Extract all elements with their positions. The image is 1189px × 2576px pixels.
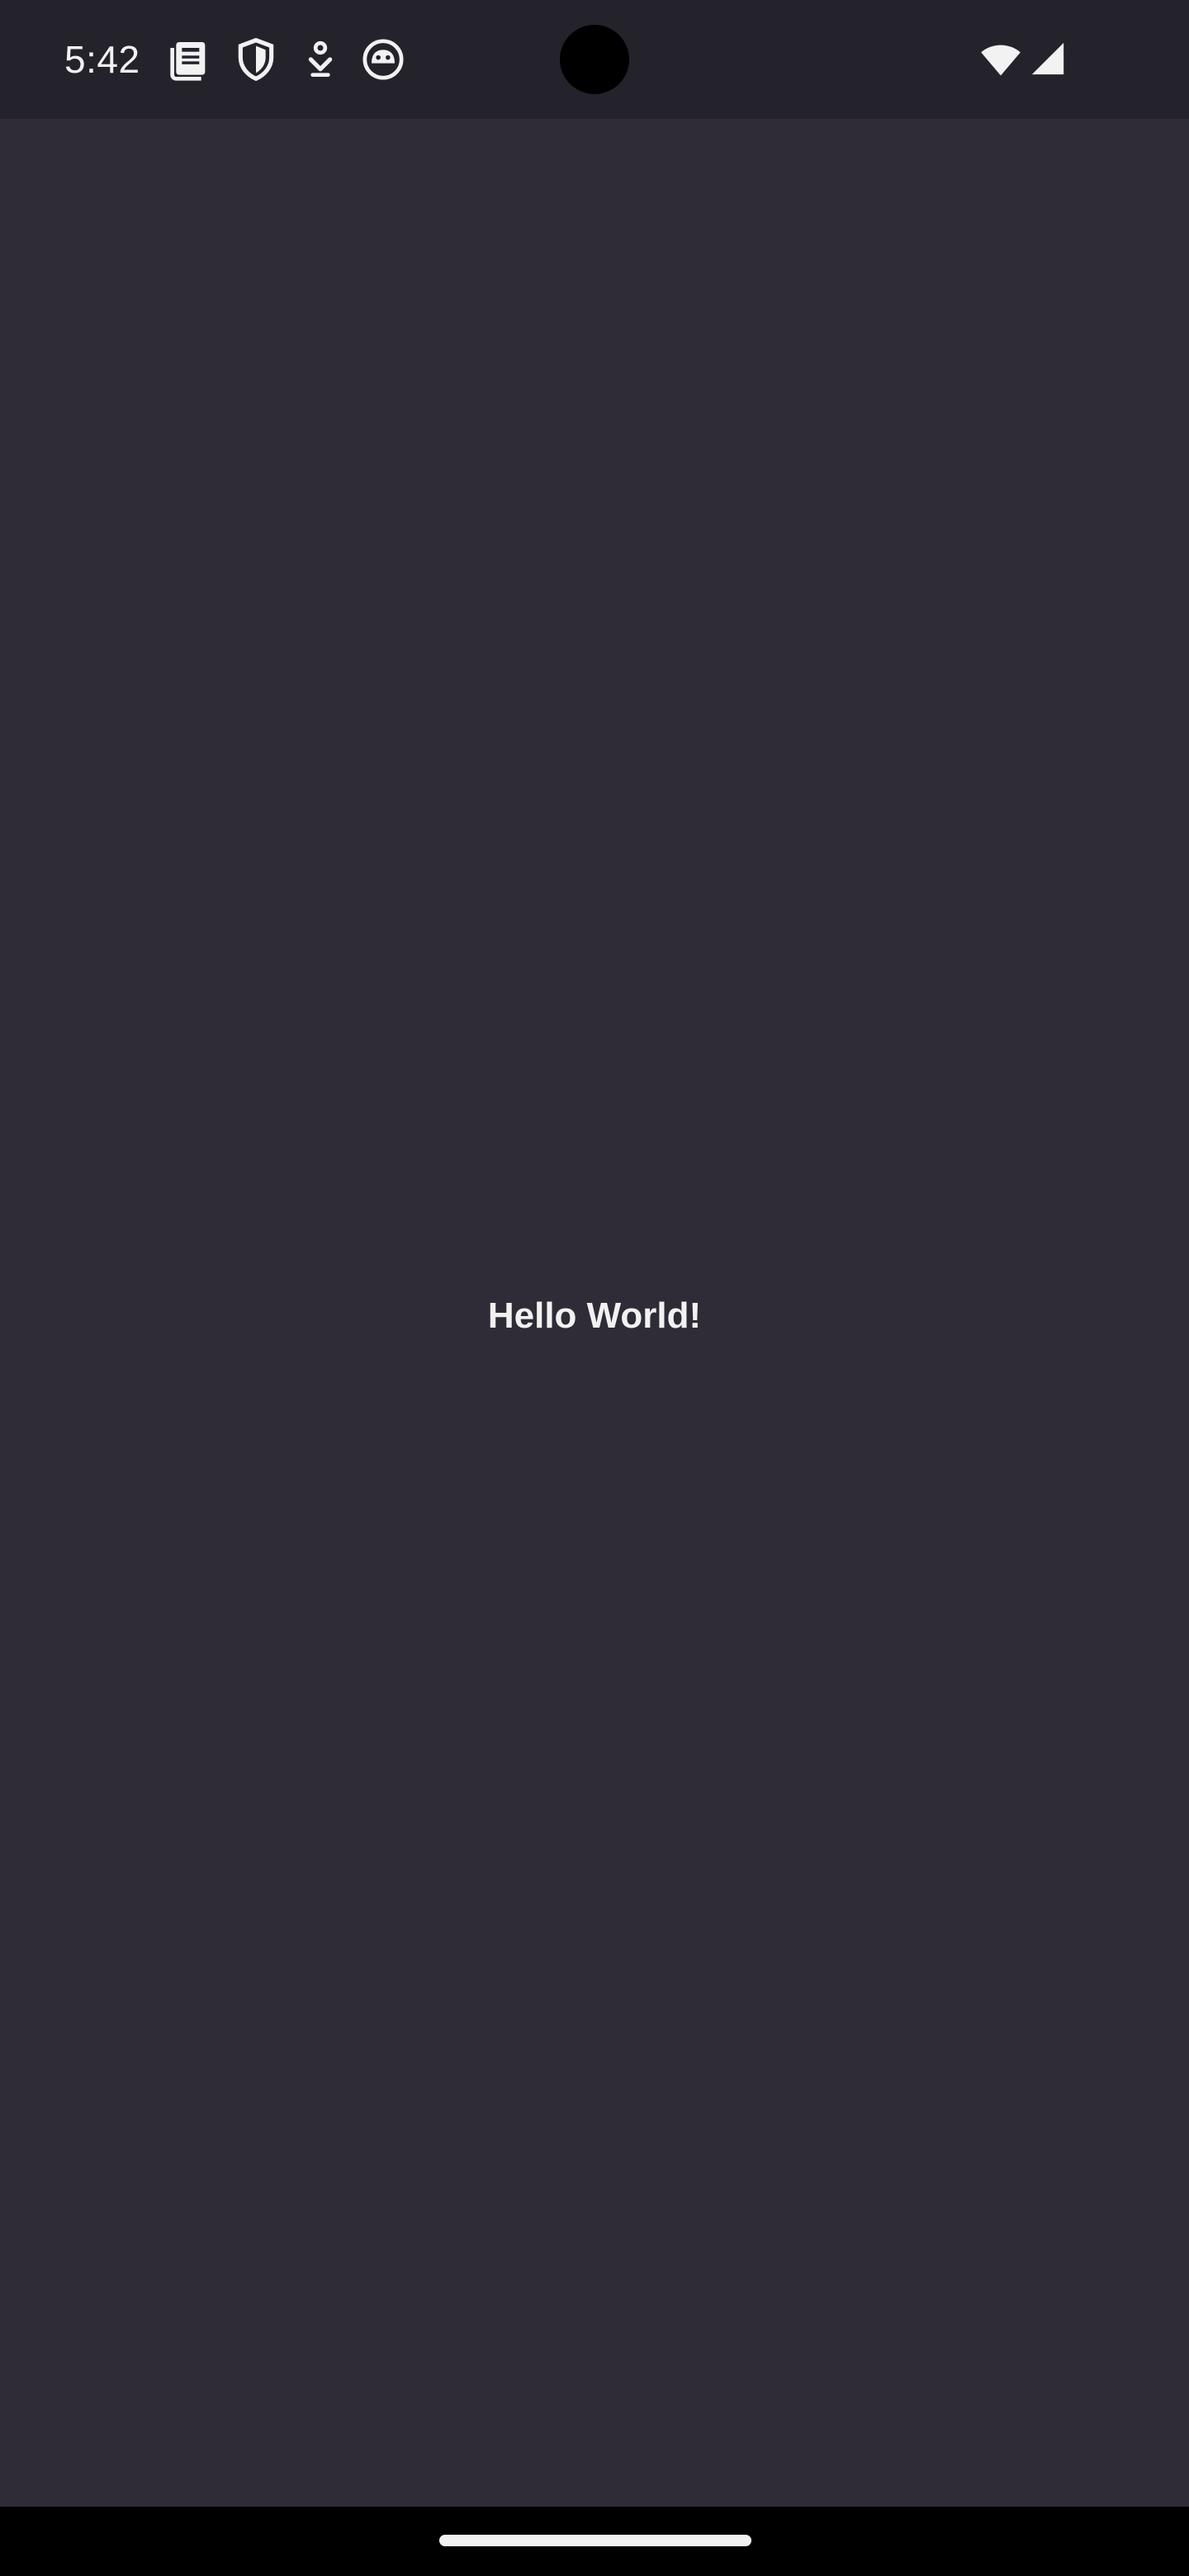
camera-cutout [560, 25, 629, 94]
shield-icon [233, 36, 279, 83]
status-time: 5:42 [64, 38, 140, 81]
main-content: Hello World! [0, 119, 1189, 2507]
download-icon [297, 36, 343, 83]
greeting-text: Hello World! [487, 1295, 702, 1336]
home-gesture-handle[interactable] [439, 2535, 751, 2546]
face-icon [360, 36, 406, 83]
status-bar: 5:42 [0, 0, 1189, 119]
navigation-bar [0, 2507, 1189, 2576]
cellular-signal-icon [1029, 38, 1067, 79]
wifi-icon [979, 38, 1022, 81]
news-icon [168, 36, 215, 83]
